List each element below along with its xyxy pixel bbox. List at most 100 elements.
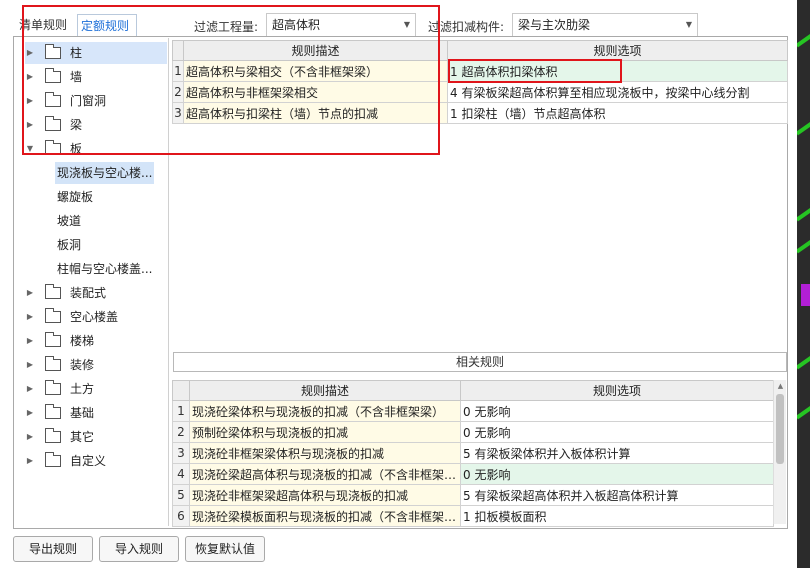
- tree-item-other[interactable]: ▶ 其它: [25, 426, 167, 448]
- rule-description[interactable]: 现浇砼梁超高体积与现浇板的扣减（不含非框架…: [189, 463, 461, 485]
- tree-item-custom[interactable]: ▶ 自定义: [25, 450, 167, 472]
- export-rules-button[interactable]: 导出规则: [13, 536, 93, 562]
- folder-icon: [45, 404, 61, 419]
- expand-arrow-icon[interactable]: ▶: [25, 450, 35, 472]
- table-row[interactable]: 1 超高体积与梁相交（不含非框架梁） 1 超高体积扣梁体积: [172, 60, 788, 82]
- rule-description[interactable]: 超高体积与非框架梁相交: [183, 81, 448, 103]
- table-row[interactable]: 3 现浇砼非框架梁体积与现浇板的扣减 5 有梁板梁体积并入板体积计算: [172, 442, 774, 464]
- expand-arrow-icon[interactable]: ▶: [25, 330, 35, 352]
- tree-item-foundation[interactable]: ▶ 基础: [25, 402, 167, 424]
- rule-option[interactable]: 0 无影响: [460, 463, 774, 485]
- table-row[interactable]: 2 预制砼梁体积与现浇板的扣减 0 无影响: [172, 421, 774, 443]
- tree-item-label: 装配式: [70, 286, 107, 300]
- rule-description[interactable]: 预制砼梁体积与现浇板的扣减: [189, 421, 461, 443]
- expand-arrow-icon[interactable]: ▶: [25, 306, 35, 328]
- expand-arrow-icon[interactable]: ▶: [25, 66, 35, 88]
- rule-option[interactable]: 0 无影响: [460, 400, 774, 422]
- rule-description[interactable]: 现浇砼非框架梁超高体积与现浇板的扣减: [189, 484, 461, 506]
- folder-icon: [45, 284, 61, 299]
- filter-component-select[interactable]: 梁与主次肋梁 ▼: [512, 13, 698, 37]
- tree-item-label: 装修: [70, 358, 95, 372]
- row-number: 5: [172, 484, 190, 506]
- tree-item-label: 其它: [70, 430, 95, 444]
- row-number-header: [172, 40, 184, 61]
- tree-item-column[interactable]: ▶ 柱: [25, 42, 167, 64]
- table-row[interactable]: 3 超高体积与扣梁柱（墙）节点的扣减 1 扣梁柱（墙）节点超高体积: [172, 102, 788, 124]
- tree-item-slab[interactable]: ▼ 板: [25, 138, 167, 160]
- row-number: 6: [172, 505, 190, 527]
- reset-defaults-button[interactable]: 恢复默认值: [185, 536, 265, 562]
- rule-option[interactable]: 1 扣梁柱（墙）节点超高体积: [447, 102, 788, 124]
- table-row[interactable]: 4 现浇砼梁超高体积与现浇板的扣减（不含非框架… 0 无影响: [172, 463, 774, 485]
- tree-child-slab-hole[interactable]: 板洞: [55, 234, 83, 256]
- filter-quantity-select[interactable]: 超高体积 ▼: [266, 13, 416, 37]
- table-row[interactable]: 6 现浇砼梁模板面积与现浇板的扣减（不含非框架… 1 扣板模板面积: [172, 505, 774, 527]
- expand-arrow-icon[interactable]: ▶: [25, 114, 35, 136]
- tree-item-door-window[interactable]: ▶ 门窗洞: [25, 90, 167, 112]
- chevron-down-icon: ▼: [403, 20, 410, 29]
- expand-arrow-icon[interactable]: ▶: [25, 402, 35, 424]
- folder-open-icon: [45, 140, 61, 155]
- background-window-edge: [797, 0, 810, 568]
- tree-child-ramp[interactable]: 坡道: [55, 210, 83, 232]
- column-header-option[interactable]: 规则选项: [447, 40, 788, 61]
- tab-quota-rules[interactable]: 定额规则: [77, 14, 137, 38]
- tree-child-spiral-slab[interactable]: 螺旋板: [55, 186, 95, 208]
- rule-option[interactable]: 1 超高体积扣梁体积: [447, 60, 788, 82]
- expand-arrow-icon[interactable]: ▶: [25, 378, 35, 400]
- tree-item-earthwork[interactable]: ▶ 土方: [25, 378, 167, 400]
- rule-option[interactable]: 5 有梁板梁超高体积并入板超高体积计算: [460, 484, 774, 506]
- expand-arrow-icon[interactable]: ▶: [25, 90, 35, 112]
- import-rules-button[interactable]: 导入规则: [99, 536, 179, 562]
- tree-child-column-cap[interactable]: 柱帽与空心楼盖...: [55, 258, 154, 280]
- tree-item-label: 门窗洞: [70, 94, 107, 108]
- rule-option[interactable]: 1 扣板模板面积: [460, 505, 774, 527]
- related-rules-scrollbar[interactable]: ▲: [773, 380, 786, 524]
- tree-item-label: 基础: [70, 406, 95, 420]
- table-row[interactable]: 1 现浇砼梁体积与现浇板的扣减（不含非框架梁） 0 无影响: [172, 400, 774, 422]
- expand-arrow-icon[interactable]: ▶: [25, 42, 35, 64]
- rule-option[interactable]: 0 无影响: [460, 421, 774, 443]
- expand-arrow-icon[interactable]: ▶: [25, 282, 35, 304]
- folder-icon: [45, 44, 61, 59]
- scroll-up-icon[interactable]: ▲: [774, 380, 787, 392]
- expand-arrow-icon[interactable]: ▶: [25, 426, 35, 448]
- related-rules-table: 规则描述 规则选项 1 现浇砼梁体积与现浇板的扣减（不含非框架梁） 0 无影响 …: [172, 380, 774, 527]
- folder-icon: [45, 380, 61, 395]
- tree-item-prefab[interactable]: ▶ 装配式: [25, 282, 167, 304]
- folder-icon: [45, 452, 61, 467]
- tree-item-label: 梁: [70, 118, 83, 132]
- table-row[interactable]: 2 超高体积与非框架梁相交 4 有梁板梁超高体积算至相应现浇板中，按梁中心线分割: [172, 81, 788, 103]
- expand-arrow-icon[interactable]: ▶: [25, 354, 35, 376]
- rules-table: 规则描述 规则选项 1 超高体积与梁相交（不含非框架梁） 1 超高体积扣梁体积 …: [172, 40, 788, 124]
- filter-quantity-label: 过滤工程量:: [194, 20, 259, 34]
- rule-description[interactable]: 现浇砼梁体积与现浇板的扣减（不含非框架梁）: [189, 400, 461, 422]
- tree-item-decoration[interactable]: ▶ 装修: [25, 354, 167, 376]
- tree-item-beam[interactable]: ▶ 梁: [25, 114, 167, 136]
- collapse-arrow-icon[interactable]: ▼: [25, 138, 35, 160]
- tree-item-stairs[interactable]: ▶ 楼梯: [25, 330, 167, 352]
- table-row[interactable]: 5 现浇砼非框架梁超高体积与现浇板的扣减 5 有梁板梁超高体积并入板超高体积计算: [172, 484, 774, 506]
- rule-option[interactable]: 5 有梁板梁体积并入板体积计算: [460, 442, 774, 464]
- scrollbar-thumb[interactable]: [776, 394, 784, 464]
- tree-item-hollow-floor[interactable]: ▶ 空心楼盖: [25, 306, 167, 328]
- tab-list-rules[interactable]: 清单规则: [16, 14, 70, 38]
- tree-item-wall[interactable]: ▶ 墙: [25, 66, 167, 88]
- related-rules-header: 相关规则: [173, 352, 787, 372]
- column-header-description[interactable]: 规则描述: [189, 380, 461, 401]
- column-header-description[interactable]: 规则描述: [183, 40, 448, 61]
- tree-child-cast-slab[interactable]: 现浇板与空心楼...: [55, 162, 155, 184]
- tree-item-label: 自定义: [70, 454, 107, 468]
- folder-icon: [45, 92, 61, 107]
- tree-item-label: 楼梯: [70, 334, 95, 348]
- folder-icon: [45, 308, 61, 323]
- filter-quantity-value: 超高体积: [272, 18, 321, 32]
- rule-description[interactable]: 超高体积与扣梁柱（墙）节点的扣减: [183, 102, 448, 124]
- rule-description[interactable]: 现浇砼梁模板面积与现浇板的扣减（不含非框架…: [189, 505, 461, 527]
- rule-option[interactable]: 4 有梁板梁超高体积算至相应现浇板中，按梁中心线分割: [447, 81, 788, 103]
- rule-description[interactable]: 超高体积与梁相交（不含非框架梁）: [183, 60, 448, 82]
- row-number: 1: [172, 60, 184, 82]
- column-header-option[interactable]: 规则选项: [460, 380, 774, 401]
- rule-description[interactable]: 现浇砼非框架梁体积与现浇板的扣减: [189, 442, 461, 464]
- category-tree: ▶ 柱 ▶ 墙 ▶ 门窗洞 ▶ 梁 ▼ 板 现浇板与空心楼... 螺旋板 坡道 …: [15, 38, 169, 526]
